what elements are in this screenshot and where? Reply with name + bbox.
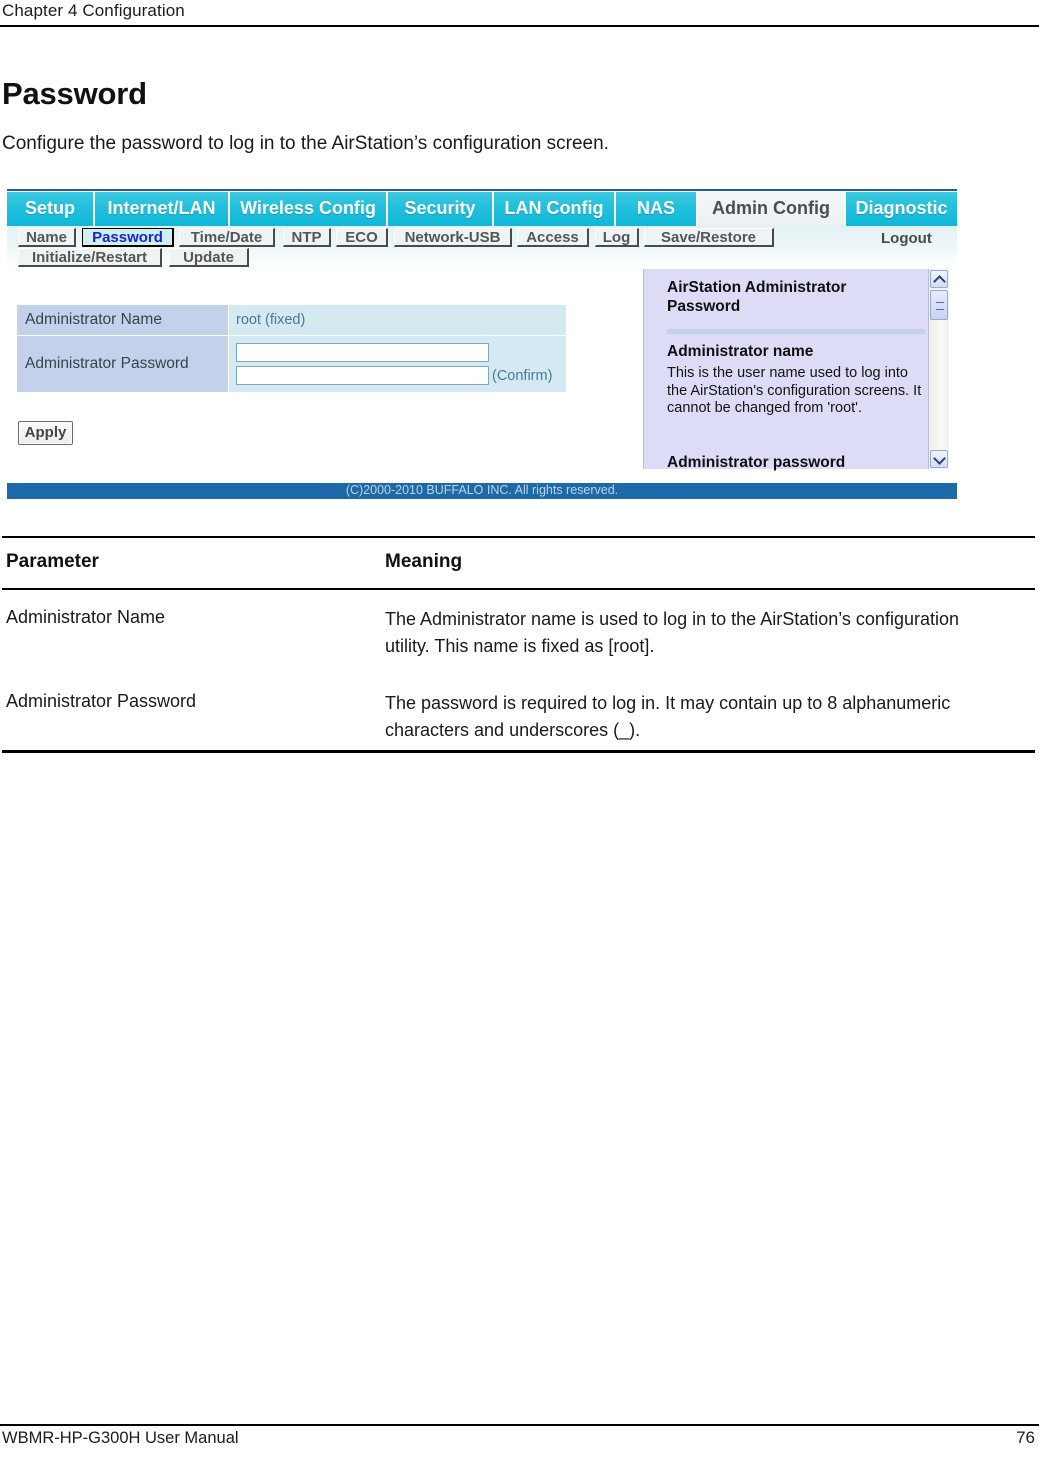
tab-wireless-config[interactable]: Wireless Config (230, 192, 388, 226)
screenshot-top-border (7, 189, 957, 191)
copyright-bar: (C)2000-2010 BUFFALO INC. All rights res… (7, 483, 957, 499)
subtab-name[interactable]: Name (18, 228, 76, 247)
header-divider (0, 25, 1039, 27)
password-input[interactable] (236, 343, 489, 362)
tab-admin-config[interactable]: Admin Config (698, 192, 846, 226)
table-row-meaning-1: The Administrator name is used to log in… (385, 609, 959, 656)
parameter-column-header: Parameter (6, 551, 99, 572)
page-title: Password (2, 76, 147, 111)
help-section-admin-password-title: Administrator password (667, 454, 846, 471)
tab-internet-lan[interactable]: Internet/LAN (95, 192, 230, 226)
scroll-up-arrow-icon[interactable] (930, 270, 948, 288)
admin-password-value-cell: (Confirm) (228, 335, 567, 393)
parameter-table-bottom-rule (2, 750, 1035, 753)
admin-name-value-cell: root (fixed) (228, 304, 567, 336)
footer-divider (0, 1424, 1039, 1426)
table-row-admin-password: Administrator Password (Confirm) (16, 335, 567, 393)
help-panel-heading: AirStation Administrator Password (667, 279, 847, 315)
tab-setup[interactable]: Setup (7, 192, 95, 226)
table-row-admin-name: Administrator Name root (fixed) (16, 304, 567, 336)
parameter-table-header-rule (2, 588, 1035, 590)
page-header: Chapter 4 Configuration (0, 0, 1039, 28)
main-tab-bar: Setup Internet/LAN Wireless Config Secur… (7, 192, 957, 226)
subtab-log[interactable]: Log (595, 228, 639, 247)
table-row-parameter-1: Administrator Name (6, 607, 166, 627)
chapter-breadcrumb: Chapter 4 Configuration (2, 1, 185, 20)
subtab-initialize-restart[interactable]: Initialize/Restart (18, 248, 162, 267)
footer-page-number: 76 (1016, 1428, 1035, 1447)
tab-security[interactable]: Security (388, 192, 494, 226)
password-row (236, 341, 566, 364)
meaning-column-header: Meaning (385, 551, 463, 572)
subtab-password[interactable]: Password (82, 228, 174, 247)
parameter-table-top-rule (2, 536, 1035, 538)
table-row-parameter-2: Administrator Password (6, 691, 197, 711)
page-intro-text: Configure the password to log in to the … (2, 133, 609, 154)
logout-link[interactable]: Logout (881, 230, 932, 247)
admin-name-fixed-value: root (fixed) (236, 312, 306, 328)
help-section-admin-name-title: Administrator name (667, 343, 814, 360)
scroll-down-arrow-icon[interactable] (930, 450, 948, 468)
sub-tab-bar: Name Password Time/Date NTP ECO Network-… (7, 226, 957, 268)
password-settings-table: Administrator Name root (fixed) Administ… (16, 304, 567, 393)
subtab-eco[interactable]: ECO (336, 228, 388, 247)
router-content-area: Administrator Name root (fixed) Administ… (7, 268, 957, 483)
scrollbar-thumb[interactable] (930, 290, 948, 320)
password-confirm-row: (Confirm) (236, 364, 566, 387)
subtab-access[interactable]: Access (517, 228, 589, 247)
confirm-note-label: (Confirm) (492, 367, 553, 384)
subtab-network-usb[interactable]: Network-USB (394, 228, 512, 247)
apply-button[interactable]: Apply (18, 421, 73, 445)
password-confirm-input[interactable] (236, 366, 489, 385)
help-panel-scrollbar[interactable] (928, 269, 949, 469)
router-ui-screenshot: Setup Internet/LAN Wireless Config Secur… (7, 189, 957, 509)
subtab-update[interactable]: Update (169, 248, 249, 267)
help-panel: AirStation Administrator Password Admini… (643, 269, 949, 471)
subtab-time-date[interactable]: Time/Date (179, 228, 275, 247)
admin-name-label: Administrator Name (16, 304, 229, 336)
tab-lan-config[interactable]: LAN Config (494, 192, 616, 226)
tab-diagnostic[interactable]: Diagnostic (846, 192, 957, 226)
subtab-save-restore[interactable]: Save/Restore (644, 228, 774, 247)
admin-password-label: Administrator Password (16, 335, 229, 393)
help-panel-divider (667, 329, 925, 334)
tab-nas[interactable]: NAS (616, 192, 698, 226)
help-section-admin-name-body: This is the user name used to log into t… (667, 365, 922, 416)
footer-manual-name: WBMR-HP-G300H User Manual (2, 1429, 239, 1447)
subtab-ntp[interactable]: NTP (283, 228, 331, 247)
table-row-meaning-2: The password is required to log in. It m… (385, 693, 951, 740)
